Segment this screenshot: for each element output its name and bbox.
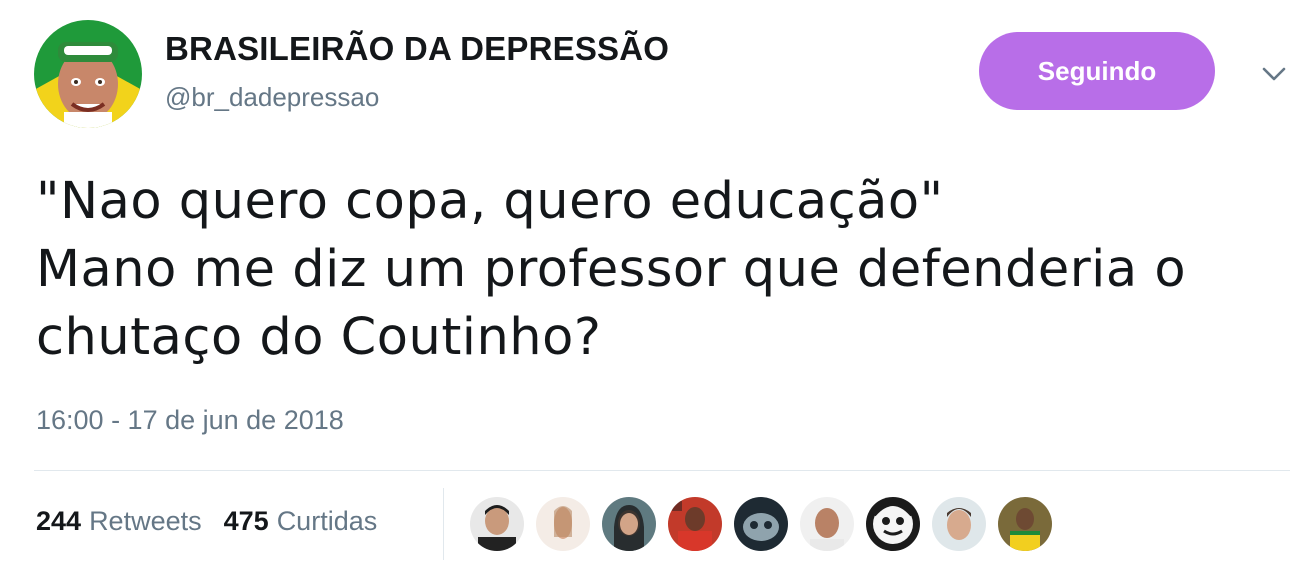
liker-avatar[interactable] <box>602 497 656 551</box>
likes-label: Curtidas <box>276 506 378 536</box>
retweets-stat[interactable]: 244 Retweets <box>36 506 202 537</box>
likes-count: 475 <box>223 506 269 536</box>
tweet-text-line: chutaço do Coutinho? <box>36 308 602 367</box>
display-name[interactable]: BRASILEIRÃO DA DEPRESSÃO <box>165 30 669 68</box>
retweets-count: 244 <box>36 506 82 536</box>
liker-avatar[interactable] <box>866 497 920 551</box>
likes-stat[interactable]: 475 Curtidas <box>224 506 378 537</box>
liker-avatar[interactable] <box>998 497 1052 551</box>
tweet-text-line: "Nao quero copa, quero educação" <box>36 172 944 231</box>
liker-avatar[interactable] <box>668 497 722 551</box>
chevron-down-icon[interactable] <box>1258 58 1290 90</box>
liker-avatar[interactable] <box>470 497 524 551</box>
divider <box>34 470 1290 471</box>
liker-avatar[interactable] <box>734 497 788 551</box>
user-handle[interactable]: @br_dadepressao <box>165 82 379 113</box>
liker-avatar[interactable] <box>932 497 986 551</box>
liker-avatar[interactable] <box>800 497 854 551</box>
tweet-timestamp[interactable]: 16:00 - 17 de jun de 2018 <box>36 405 344 436</box>
stats-divider <box>443 488 444 560</box>
tweet-stats: 244 Retweets 475 Curtidas <box>36 506 399 537</box>
liker-avatar[interactable] <box>536 497 590 551</box>
tweet-text-line: Mano me diz um professor que defenderia … <box>36 240 1187 299</box>
retweets-label: Retweets <box>89 506 202 536</box>
profile-avatar[interactable] <box>34 20 142 128</box>
tweet-card: BRASILEIRÃO DA DEPRESSÃO @br_dadepressao… <box>0 0 1305 575</box>
following-button[interactable]: Seguindo <box>979 32 1215 110</box>
tweet-text: "Nao quero copa, quero educação" Mano me… <box>36 168 1276 372</box>
